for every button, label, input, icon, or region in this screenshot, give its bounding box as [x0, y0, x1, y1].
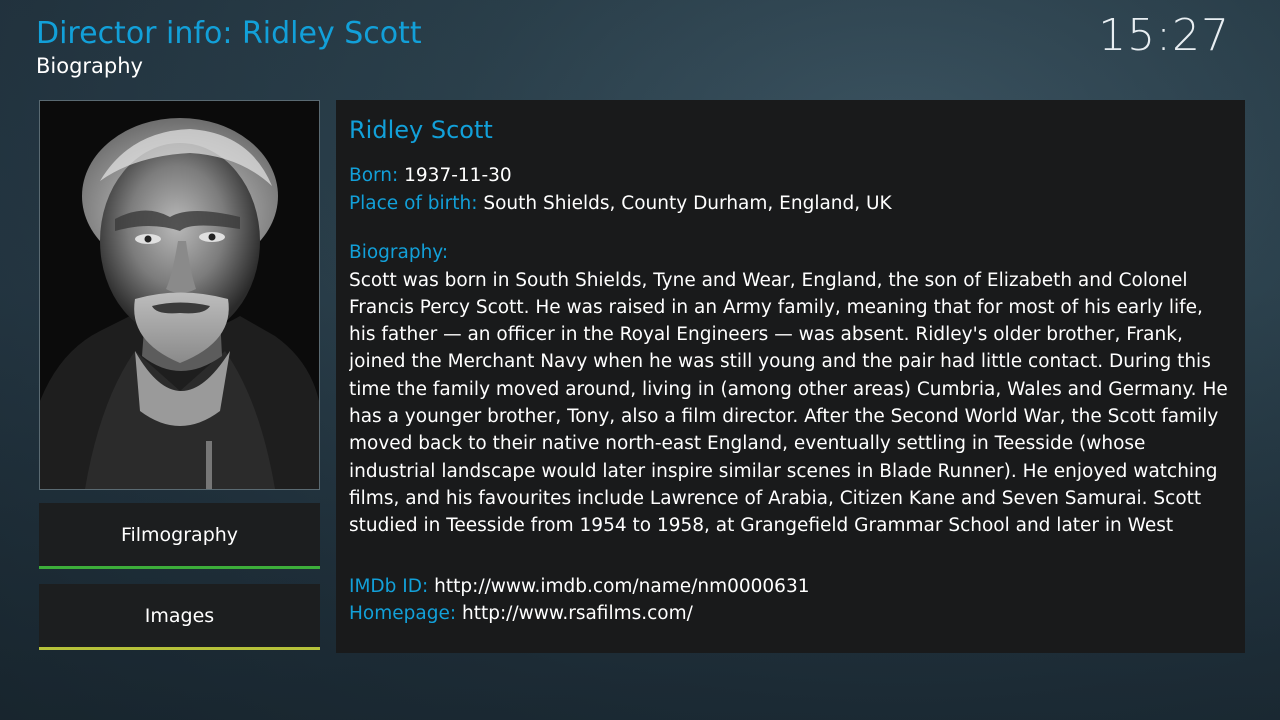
images-button-label: Images	[144, 604, 215, 627]
imdb-label: IMDb ID:	[349, 575, 429, 597]
filmography-button-label: Filmography	[120, 523, 239, 546]
birthplace-value: South Shields, County Durham, England, U…	[483, 192, 892, 214]
biography-text[interactable]: Scott was born in South Shields, Tyne an…	[349, 267, 1232, 540]
images-button[interactable]: Images	[39, 584, 320, 650]
born-label: Born:	[349, 165, 399, 186]
biography-label: Biography:	[349, 242, 449, 263]
director-name: Ridley Scott	[349, 116, 493, 144]
info-panel: Ridley Scott Born: 1937-11-30 Place of b…	[336, 100, 1245, 653]
clock: 15:27	[1098, 10, 1230, 61]
page-title: Director info: Ridley Scott	[36, 16, 422, 51]
homepage-value: http://www.rsafilms.com/	[461, 603, 693, 624]
born-row: Born: 1937-11-30	[349, 162, 1232, 190]
director-portrait-icon	[40, 101, 319, 489]
links-section: IMDb ID: http://www.imdb.com/name/nm0000…	[349, 573, 1232, 628]
page-subtitle: Biography	[36, 54, 143, 78]
homepage-row: Homepage: http://www.rsafilms.com/	[349, 600, 1232, 628]
birthplace-row: Place of birth: South Shields, County Du…	[349, 190, 1232, 218]
imdb-value: http://www.imdb.com/name/nm0000631	[434, 575, 810, 597]
director-portrait	[39, 100, 320, 490]
imdb-row: IMDb ID: http://www.imdb.com/name/nm0000…	[349, 573, 1232, 601]
birthplace-label: Place of birth:	[349, 192, 478, 214]
homepage-label: Homepage:	[349, 603, 457, 624]
born-value: 1937-11-30	[404, 165, 512, 186]
filmography-button[interactable]: Filmography	[39, 503, 320, 569]
